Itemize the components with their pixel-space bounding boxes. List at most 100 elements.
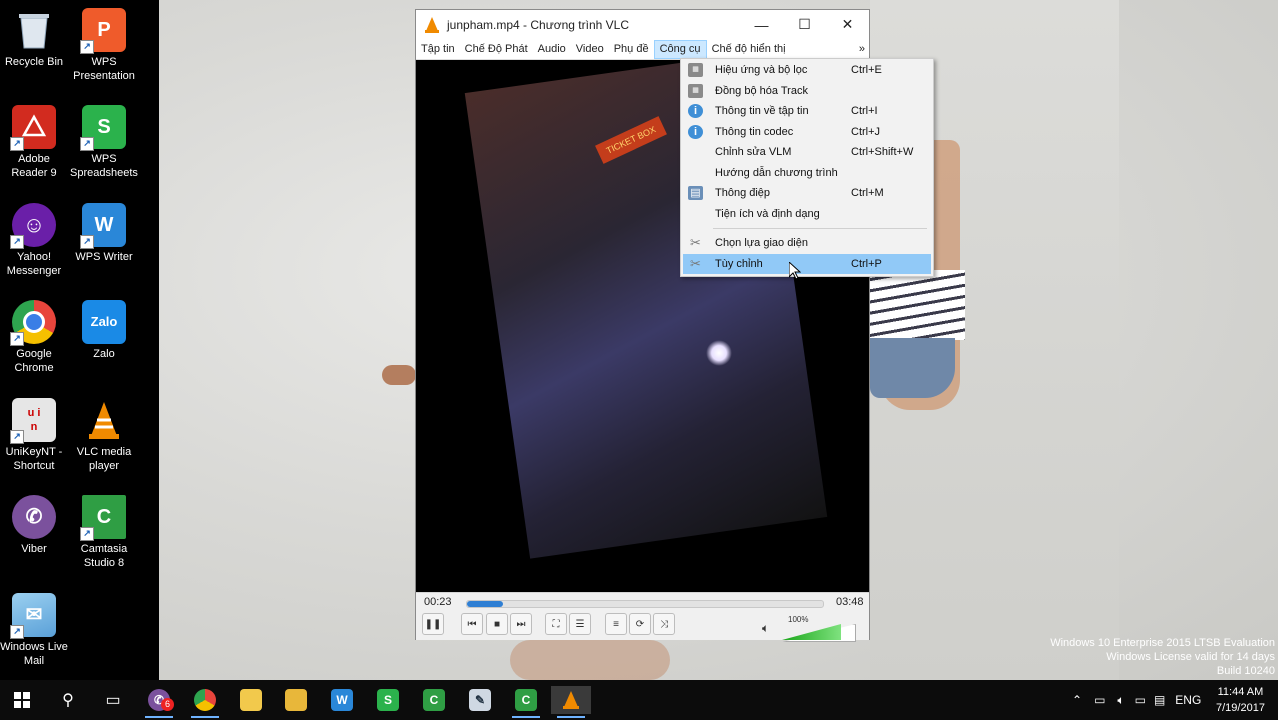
desktop-icon-vlc[interactable]: VLC media player (69, 398, 139, 473)
desktop-icon-wps-spreadsheets[interactable]: S ↗ WPS Spreadsheets (69, 105, 139, 180)
pause-button[interactable]: ❚❚ (422, 613, 444, 635)
search-button[interactable]: ⚲ (48, 686, 88, 714)
desktop-icon-label: WPS Presentation (73, 56, 135, 82)
desktop-icon-adobe-reader[interactable]: ↗ Adobe Reader 9 (0, 105, 69, 180)
desktop-icon-yahoo-messenger[interactable]: ☺ ↗ Yahoo! Messenger (0, 203, 69, 278)
maximize-button[interactable]: ☐ (783, 10, 826, 39)
desktop-icon-unikey[interactable]: u in ↗ UniKeyNT - Shortcut (0, 398, 69, 473)
action-center-icon[interactable]: ▤ (1154, 693, 1165, 707)
taskbar-camtasia-recorder[interactable]: C (506, 686, 546, 718)
running-indicator (557, 716, 585, 718)
next-button[interactable]: ⏭ (510, 613, 532, 635)
menu-item-preferences[interactable]: ✂ Tùy chỉnh Ctrl+P (683, 254, 931, 274)
desktop-icon-google-chrome[interactable]: ↗ Google Chrome (0, 300, 69, 375)
taskbar-camtasia[interactable]: C (414, 686, 454, 714)
message-icon: ▤ (688, 186, 703, 200)
menu-item-vlm[interactable]: Chỉnh sửa VLM Ctrl+Shift+W (683, 142, 931, 162)
menu-view[interactable]: Chế độ hiển thị (707, 40, 791, 59)
chevron-up-icon[interactable]: ⌃ (1072, 693, 1082, 707)
stop-button[interactable]: ■ (486, 613, 508, 635)
clock-time: 11:44 AM (1217, 686, 1264, 698)
menu-item-customize-interface[interactable]: ✂ Chọn lựa giao diện (683, 233, 931, 253)
menu-item-media-info[interactable]: i Thông tin về tập tin Ctrl+I (683, 101, 931, 121)
menu-item-program-guide[interactable]: Hướng dẫn chương trình (683, 163, 931, 183)
taskbar-file-manager[interactable] (231, 686, 271, 714)
menu-item-track-sync[interactable]: ▦ Đồng bộ hóa Track (683, 81, 931, 101)
desktop-icon-recycle-bin[interactable]: Recycle Bin (0, 8, 69, 69)
close-button[interactable]: ✕ (826, 10, 869, 39)
playlist-button[interactable]: ≡ (605, 613, 627, 635)
wallpaper-foot (510, 640, 670, 680)
wps-writer-icon: W (331, 689, 353, 711)
menu-subtitle[interactable]: Phụ đề (609, 40, 654, 59)
shortcut-arrow-icon: ↗ (80, 40, 94, 54)
seek-bar[interactable] (466, 600, 824, 608)
volume-icon[interactable]: 🔈︎ (762, 621, 769, 636)
network-icon[interactable]: ▭ (1094, 693, 1105, 707)
system-tray: ⌃ ▭ 🔈︎ ▭ ▤ ENG (1066, 680, 1207, 720)
desktop-icon-label: Recycle Bin (4, 56, 64, 68)
recycle-bin-icon (12, 8, 56, 52)
desktop-icon-viber[interactable]: ✆ Viber (0, 495, 69, 556)
menu-tools[interactable]: Công cụ (653, 39, 707, 59)
task-view-button[interactable]: ▭ (93, 686, 133, 714)
windows-logo-icon (14, 692, 30, 708)
taskbar-viber[interactable]: ✆ 6 (139, 686, 179, 718)
vlc-icon (82, 398, 126, 442)
desktop-icon-label: Zalo (93, 348, 115, 360)
start-button[interactable] (2, 686, 42, 714)
loop-button[interactable]: ⟳ (629, 613, 651, 635)
desktop-icon-label: Yahoo! Messenger (6, 251, 62, 277)
taskbar-file-explorer[interactable] (276, 686, 316, 714)
taskbar-wps-spreadsheets[interactable]: S (368, 686, 408, 714)
desktop-icon-zalo[interactable]: Zalo Zalo (69, 300, 139, 361)
camtasia-recorder-icon: C (515, 689, 537, 711)
menu-video[interactable]: Video (571, 40, 609, 59)
taskbar-chrome[interactable] (185, 686, 225, 718)
shortcut-arrow-icon: ↗ (10, 137, 24, 151)
taskbar-tool[interactable]: ✎ (460, 686, 500, 714)
camtasia-icon: C (423, 689, 445, 711)
vlc-menubar: Tập tin Chế Độ Phát Audio Video Phụ đề C… (416, 39, 869, 60)
desktop-icon-wps-presentation[interactable]: P ↗ WPS Presentation (69, 8, 139, 83)
wallpaper-shirt (870, 270, 965, 340)
desktop-icon-camtasia[interactable]: C ↗ Camtasia Studio 8 (69, 495, 139, 570)
menu-file[interactable]: Tập tin (416, 40, 460, 59)
menu-item-plugins[interactable]: Tiện ích và định dạng (683, 204, 931, 224)
running-indicator (512, 716, 540, 718)
taskbar-vlc[interactable] (551, 686, 591, 718)
display-icon[interactable]: ▭ (1135, 693, 1146, 707)
seek-bar-fill (467, 601, 503, 607)
desktop-icon-label: WPS Spreadsheets (70, 153, 138, 179)
fullscreen-button[interactable]: ⛶ (545, 613, 567, 635)
info-icon: i (688, 125, 703, 139)
menu-overflow-chevron[interactable]: » (854, 40, 869, 59)
taskbar: ⚲ ▭ ✆ 6 W S C ✎ C ⌃ ▭ 🔈︎ ▭ ▤ ENG 11:44 A… (0, 680, 1278, 720)
desktop-icon-label: WPS Writer (75, 251, 133, 263)
running-indicator (191, 716, 219, 718)
search-icon: ⚲ (62, 692, 74, 709)
camtasia-icon: C ↗ (80, 495, 126, 541)
menu-item-effects-filters[interactable]: ▦ Hiệu ứng và bộ lọc Ctrl+E (683, 60, 931, 80)
vlc-title-bar[interactable]: junpham.mp4 - Chương trình VLC — ☐ ✕ (416, 10, 869, 39)
notification-badge: 6 (161, 698, 174, 711)
windows-watermark: Windows 10 Enterprise 2015 LTSB Evaluati… (1050, 637, 1275, 677)
menu-playback[interactable]: Chế Độ Phát (460, 40, 533, 59)
film-icon: ▦ (688, 63, 703, 77)
clock[interactable]: 11:44 AM 7/19/2017 (1216, 684, 1265, 716)
shuffle-button[interactable]: ⤨ (653, 613, 675, 635)
taskbar-wps-writer[interactable]: W (322, 686, 362, 714)
file-explorer-icon (285, 689, 307, 711)
language-indicator[interactable]: ENG (1175, 693, 1201, 707)
menu-item-codec-info[interactable]: i Thông tin codec Ctrl+J (683, 122, 931, 142)
desktop-icon-windows-live-mail[interactable]: ✉ ↗ Windows Live Mail (0, 593, 69, 668)
menu-item-messages[interactable]: ▤ Thông điệp Ctrl+M (683, 183, 931, 203)
menu-audio[interactable]: Audio (533, 40, 571, 59)
time-total: 03:48 (836, 596, 864, 608)
extended-settings-button[interactable]: ☰ (569, 613, 591, 635)
speaker-icon[interactable]: 🔈︎ (1117, 693, 1124, 708)
window-title: junpham.mp4 - Chương trình VLC (447, 17, 629, 32)
previous-button[interactable]: ⏮ (461, 613, 483, 635)
desktop-icon-wps-writer[interactable]: W ↗ WPS Writer (69, 203, 139, 264)
minimize-button[interactable]: — (740, 10, 783, 39)
